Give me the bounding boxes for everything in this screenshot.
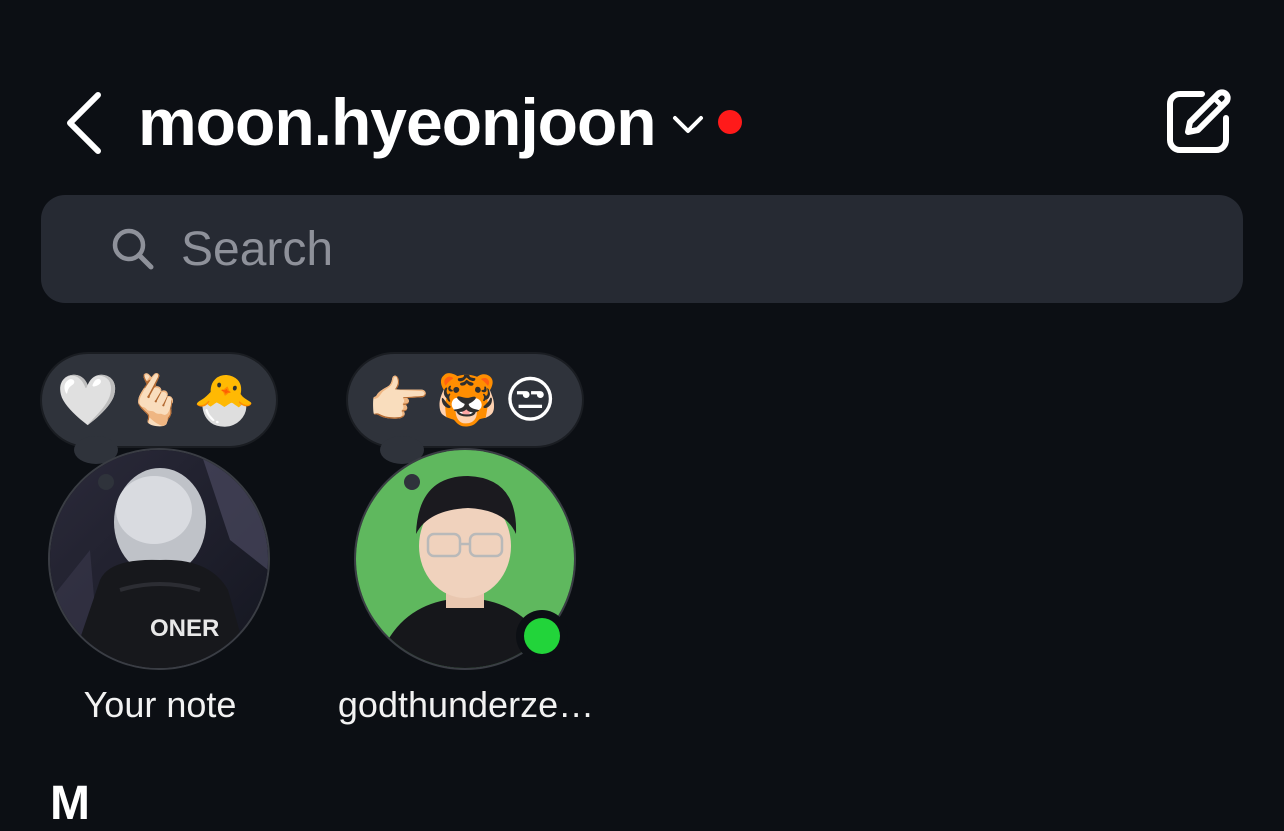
- compose-button[interactable]: [1162, 84, 1236, 158]
- account-switcher[interactable]: moon.hyeonjoon: [138, 82, 742, 162]
- online-dot: [524, 618, 560, 654]
- messages-heading: M: [50, 777, 90, 830]
- chevron-down-icon: [672, 116, 703, 133]
- jersey-text: ONER: [150, 615, 219, 642]
- chevron-left-icon: [67, 92, 101, 154]
- note-text: 🤍🫰🏻🐣: [56, 370, 262, 429]
- note-bubble-tail-dot: [404, 474, 420, 490]
- back-button[interactable]: [56, 88, 112, 158]
- avatar[interactable]: ONER: [48, 448, 270, 670]
- note-label: godthunderze…: [337, 684, 595, 725]
- note-bubble[interactable]: 👉🏻🐯😒: [346, 352, 584, 448]
- search-icon: [111, 227, 155, 271]
- header: moon.hyeonjoon: [0, 60, 1284, 190]
- search-bar[interactable]: [41, 195, 1243, 303]
- account-switch-button[interactable]: [670, 107, 706, 143]
- compose-icon: [1167, 89, 1231, 153]
- note-label: Your note: [83, 684, 237, 725]
- notes-row: 🤍🫰🏻🐣 ONER Your note 👉🏻🐯😒 godthunderze…: [0, 340, 1284, 740]
- note-text: 👉🏻🐯😒: [367, 370, 563, 429]
- note-item-your-note[interactable]: 🤍🫰🏻🐣 ONER Your note: [10, 340, 310, 740]
- note-item-friend[interactable]: 👉🏻🐯😒 godthunderze…: [316, 340, 616, 740]
- online-status-indicator: [516, 610, 568, 662]
- notification-dot: [717, 110, 742, 134]
- page-title: moon.hyeonjoon: [138, 85, 657, 159]
- search-input[interactable]: [179, 220, 1083, 278]
- note-bubble-tail-dot: [98, 474, 114, 490]
- note-bubble[interactable]: 🤍🫰🏻🐣: [40, 352, 278, 448]
